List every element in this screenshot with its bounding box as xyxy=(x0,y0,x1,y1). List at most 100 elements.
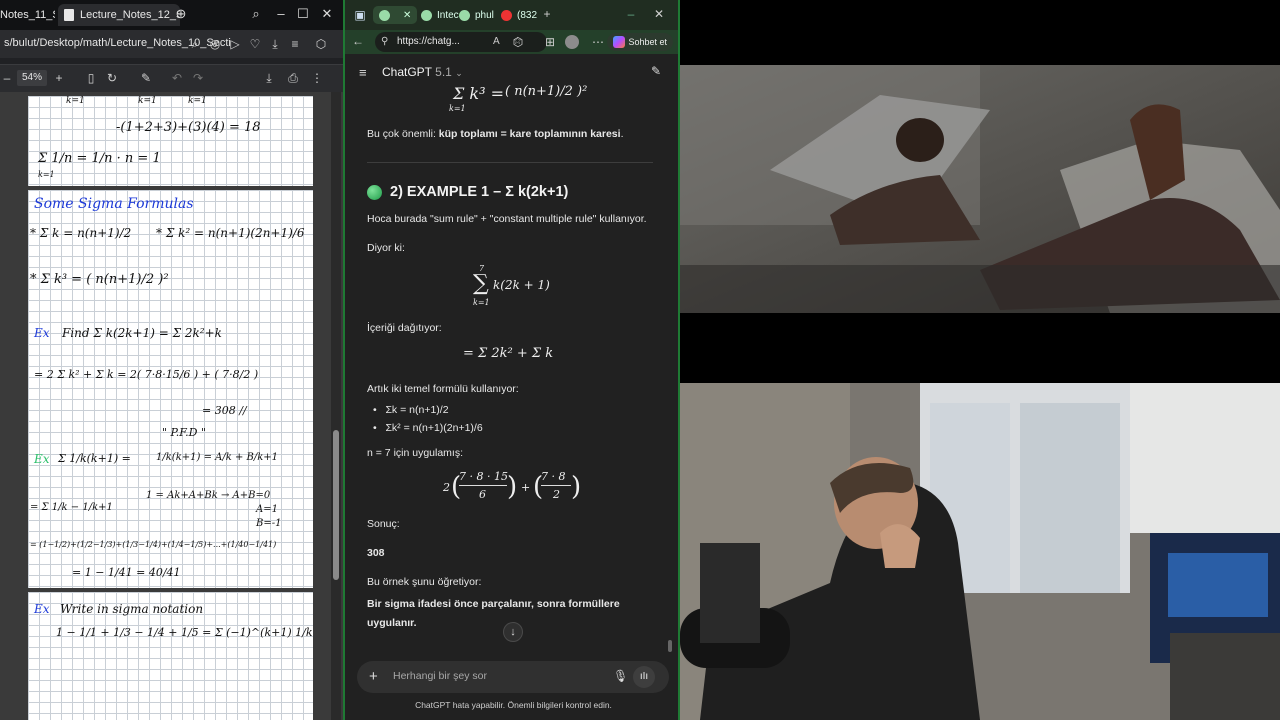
tab-lecture-notes-12[interactable]: Lecture_Notes_12_Section xyxy=(58,4,180,26)
divider xyxy=(367,162,653,163)
pdf-page: k=1 k=1 k=1 -(1+2+3)+(3)(4) = 18 Σ 1/n =… xyxy=(28,96,313,186)
share-icon[interactable]: ◎ xyxy=(206,37,224,51)
minimize-icon[interactable]: – xyxy=(622,7,640,21)
disclaimer-text: ChatGPT hata yapabilir. Önemli bilgileri… xyxy=(415,700,612,710)
formula-distributed: = Σ 2k² + Σ k xyxy=(463,346,554,361)
note-text: k=1 xyxy=(138,96,157,106)
search-icon[interactable]: ⌕ xyxy=(245,6,267,22)
list-item-text: Σk² = n(n+1)(2n+1)/6 xyxy=(385,422,483,434)
voice-mode-icon[interactable]: ıIı xyxy=(633,666,655,688)
pdf-toolbar: – 54% + ▯ ↻ ✎ ↶ ↷ ⤓ ⎙ ⋮ xyxy=(0,64,343,93)
model-name: ChatGPT xyxy=(382,65,432,79)
ex-label: Ex xyxy=(34,602,50,616)
tab-label: Notes_11_Section xyxy=(0,9,55,21)
youtube-favicon xyxy=(501,9,512,21)
close-icon[interactable]: ✕ xyxy=(316,6,338,22)
note-text: k=1 xyxy=(66,96,85,106)
pdf-scrollbar-thumb[interactable] xyxy=(333,430,339,580)
note-text: * Σ k = n(n+1)/2 xyxy=(30,226,132,240)
fit-page-icon[interactable]: ▯ xyxy=(82,71,100,85)
chatgpt-browser-window: ▣ ✕ Intec phul (832 + – ✕ ← ⚲ https://ch… xyxy=(343,0,680,720)
close-window-icon[interactable]: ✕ xyxy=(650,7,668,21)
zoom-icon[interactable]: ⌕ xyxy=(186,37,204,52)
url-text[interactable]: https://chatg... xyxy=(397,36,460,47)
sigma-symbol: ∑ xyxy=(473,271,489,296)
back-icon[interactable]: ← xyxy=(349,34,367,48)
maximize-icon[interactable]: ☐ xyxy=(292,6,314,22)
redo-icon[interactable]: ↷ xyxy=(189,71,207,85)
site-info-icon[interactable]: ⚲ xyxy=(381,32,388,52)
tab-3[interactable]: (832 xyxy=(501,6,537,24)
extensions-icon[interactable]: ⬡ xyxy=(509,35,527,49)
close-tab-icon[interactable]: ✕ xyxy=(403,10,411,21)
minimize-icon[interactable]: – xyxy=(270,6,292,21)
list-item-text: Σk = n(n+1)/2 xyxy=(385,404,449,416)
zoom-out-icon[interactable]: – xyxy=(0,71,16,85)
zoom-level[interactable]: 54% xyxy=(17,70,47,86)
favorite-icon[interactable]: ♡ xyxy=(246,37,264,51)
profile-avatar[interactable] xyxy=(565,35,579,49)
chat-scrollbar-thumb[interactable] xyxy=(668,640,672,652)
play-icon[interactable]: ▷ xyxy=(226,37,244,51)
rotate-icon[interactable]: ↻ xyxy=(103,71,121,85)
new-tab-icon[interactable]: + xyxy=(538,7,556,21)
address-bar[interactable]: s/bulut/Desktop/math/Lecture_Notes_10_Se… xyxy=(0,30,343,58)
attach-plus-icon[interactable]: + xyxy=(369,668,378,685)
new-tab-icon[interactable]: ⊕ xyxy=(170,6,192,22)
note-text: 1/k(k+1) = A/k + B/k+1 xyxy=(156,452,279,463)
pdf-scrollbar[interactable] xyxy=(331,92,341,720)
tab-chatgpt-active[interactable]: ✕ xyxy=(373,6,418,24)
pdf-page: Some Sigma Formulas * Σ k = n(n+1)/2 * Σ… xyxy=(28,190,313,588)
download-icon[interactable]: ⤓ xyxy=(266,37,284,52)
note-text: = (1−1/2)+(1/2−1/3)+(1/3−1/4)+(1/4−1/5)+… xyxy=(30,540,277,549)
chat-message-area[interactable]: Σ k³ = ( n(n+1)/2 )² k=1 Bu çok önemli: … xyxy=(367,84,657,656)
zoom-in-icon[interactable]: + xyxy=(50,71,68,85)
sidebar-toggle-icon[interactable]: ≡ xyxy=(359,65,367,80)
pdf-page: Ex Write in sigma notation 1 − 1/1 + 1/3… xyxy=(28,592,313,720)
tab-label: Lecture_Notes_12_Section xyxy=(80,9,180,21)
pdf-document-area[interactable]: k=1 k=1 k=1 -(1+2+3)+(3)(4) = 18 Σ 1/n =… xyxy=(0,92,343,720)
paragraph: Bu çok önemli: küp toplamı = kare toplam… xyxy=(367,128,657,140)
chat-input-box[interactable]: + Herhangi bir şey sor 🎙 ıIı xyxy=(357,661,669,693)
note-text: A=1 xyxy=(256,504,278,515)
note-text: = 1 − 1/41 = 40/41 xyxy=(72,566,181,579)
print-icon[interactable]: ⎙ xyxy=(284,71,302,86)
tab-actions-icon[interactable]: ▣ xyxy=(351,8,369,22)
collections-icon[interactable]: ⊞ xyxy=(541,35,559,49)
fraction-numerator: 7 · 8 · 15 xyxy=(459,470,508,483)
chat-input-placeholder[interactable]: Herhangi bir şey sor xyxy=(393,670,487,682)
tab-favicon xyxy=(459,9,470,21)
note-text: = Σ 1/k − 1/k+1 xyxy=(30,502,113,513)
ex-label: Ex xyxy=(34,326,50,340)
scroll-down-button[interactable]: ↓ xyxy=(503,622,523,642)
video-player[interactable] xyxy=(680,0,1280,383)
movie-scene-image xyxy=(680,0,1280,383)
formula-rhs: ( n(n+1)/2 )² xyxy=(505,84,588,99)
tab-2[interactable]: phul xyxy=(459,6,494,24)
extension-icon[interactable]: ⬡ xyxy=(312,37,330,51)
menu-icon[interactable]: ≡ xyxy=(286,37,304,51)
note-text: * Σ k³ = ( n(n+1)/2 )² xyxy=(30,272,169,287)
read-aloud-icon[interactable]: A xyxy=(493,32,500,52)
paragraph: Sonuç: xyxy=(367,518,400,530)
sum-lower: k=1 xyxy=(473,298,490,307)
copilot-chat-button[interactable]: Sohbet et xyxy=(607,33,673,51)
paren-right: ) xyxy=(507,472,518,502)
paragraph: Artık iki temel formülü kullanıyor: xyxy=(367,383,519,395)
save-icon[interactable]: ⤓ xyxy=(260,71,278,86)
more-icon[interactable]: ⋮ xyxy=(308,71,326,85)
new-chat-icon[interactable]: ✎ xyxy=(651,64,661,78)
more-icon[interactable]: ⋯ xyxy=(589,35,607,49)
undo-icon[interactable]: ↶ xyxy=(168,71,186,85)
tab-1[interactable]: Intec xyxy=(421,6,459,24)
formula-subscript: k=1 xyxy=(449,104,466,113)
list-item: • Σk² = n(n+1)(2n+1)/6 xyxy=(373,422,483,434)
bullet-list: • Σk = n(n+1)/2 • Σk² = n(n+1)(2n+1)/6 xyxy=(373,404,483,434)
formula-apply: 2 ( 7 · 8 · 15 6 ) + ( 7 · 8 2 ) xyxy=(443,470,583,506)
tab-lecture-notes-11[interactable]: Notes_11_Section xyxy=(0,4,55,26)
fraction-numerator: 7 · 8 xyxy=(541,470,566,483)
microphone-icon[interactable]: 🎙 xyxy=(613,669,628,683)
note-text: Find Σ k(2k+1) = Σ 2k²+k xyxy=(62,326,222,340)
model-selector[interactable]: ChatGPT 5.1 ⌄ xyxy=(382,65,463,79)
draw-icon[interactable]: ✎ xyxy=(137,71,155,85)
